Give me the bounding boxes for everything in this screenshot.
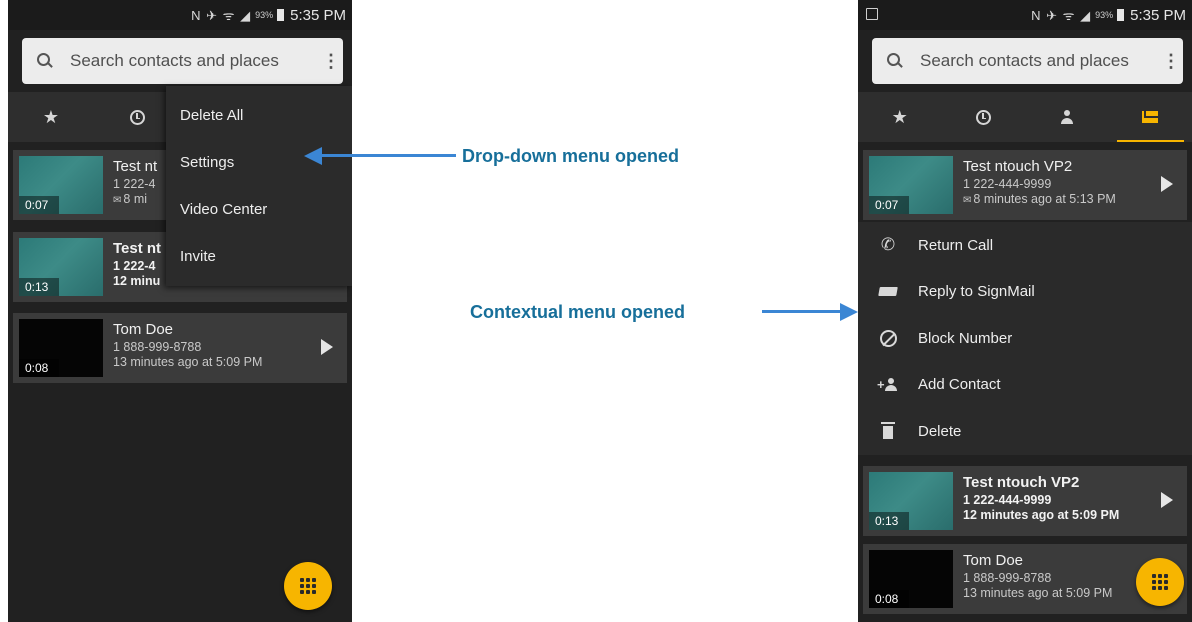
menu-item-block-number[interactable]: Block Number — [858, 315, 1192, 362]
search-bar[interactable]: Search contacts and places ⋮ — [872, 38, 1183, 84]
video-thumbnail: 0:13 — [869, 472, 953, 530]
contacts-icon — [1060, 110, 1074, 124]
status-icons: N ✈ ᯤ ◢ — [191, 8, 252, 23]
video-thumbnail: 0:08 — [19, 319, 103, 377]
menu-item-label: Add Contact — [918, 376, 1001, 394]
menu-item-settings[interactable]: Settings — [166, 139, 352, 186]
menu-item-label: Return Call — [918, 236, 994, 254]
video-thumbnail: 0:07 — [869, 156, 953, 214]
dialpad-button[interactable] — [1136, 558, 1184, 606]
arrow-line — [762, 310, 842, 313]
phone-screen-context-menu: N ✈ ᯤ ◢ 93% 5:35 PM Search contacts and … — [858, 0, 1192, 622]
play-icon[interactable] — [1161, 492, 1173, 508]
star-icon: ★ — [891, 106, 908, 127]
message-item[interactable]: 0:08 Tom Doe 1 888-999-8788 13 minutes a… — [13, 313, 347, 383]
signmail-icon: ✉ — [113, 195, 122, 206]
status-time: 5:35 PM — [1130, 6, 1186, 24]
menu-item-video-center[interactable]: Video Center — [166, 186, 352, 233]
arrow-line — [320, 154, 456, 157]
video-duration: 0:08 — [19, 359, 59, 377]
video-thumbnail: 0:13 — [19, 238, 103, 296]
search-bar[interactable]: Search contacts and places ⋮ — [22, 38, 343, 84]
video-duration: 0:07 — [19, 196, 59, 214]
block-icon — [879, 329, 897, 347]
video-thumbnail: 0:07 — [19, 156, 103, 214]
dropdown-menu: Delete All Settings Video Center Invite — [166, 86, 352, 286]
caller-number: 1 888-999-8788 — [963, 571, 1052, 585]
video-duration: 0:13 — [19, 278, 59, 296]
status-bar: N ✈ ᯤ ◢ 93% 5:35 PM — [8, 0, 352, 30]
context-menu: ✆ Return Call Reply to SignMail Block Nu… — [858, 222, 1192, 455]
signmail-reply-icon — [878, 287, 898, 297]
menu-item-label: Delete — [918, 422, 962, 440]
status-icons: N ✈ ᯤ ◢ — [1031, 8, 1092, 23]
menu-item-delete-all[interactable]: Delete All — [166, 92, 352, 139]
search-icon — [872, 38, 912, 84]
annotation-contextual: Contextual menu opened — [470, 302, 686, 322]
battery-icon — [277, 9, 285, 21]
search-input[interactable]: Search contacts and places — [912, 51, 1159, 71]
annotation-dropdown: Drop-down menu opened — [462, 146, 679, 166]
message-time: 12 minutes ago at 5:09 PM — [963, 508, 1120, 522]
caller-number: 1 222-444-9999 — [963, 177, 1052, 191]
play-icon[interactable] — [321, 339, 333, 355]
message-item[interactable]: 0:07 Test ntouch VP2 1 222-444-9999 ✉ 8 m… — [863, 150, 1187, 220]
message-item[interactable]: 0:13 Test ntouch VP2 1 222-444-9999 12 m… — [863, 466, 1187, 536]
tab-bar: ★ — [858, 92, 1192, 142]
tab-contacts[interactable] — [1025, 92, 1109, 142]
dialpad-icon — [300, 578, 316, 594]
play-icon[interactable] — [1161, 176, 1173, 192]
video-duration: 0:08 — [869, 590, 909, 608]
search-input[interactable]: Search contacts and places — [62, 51, 319, 71]
menu-item-label: Block Number — [918, 329, 1013, 347]
caller-name: Test ntouch VP2 — [963, 158, 1073, 175]
message-time: 13 minutes ago at 5:09 PM — [963, 586, 1113, 600]
message-time: 13 minutes ago at 5:09 PM — [113, 355, 263, 369]
status-bar: N ✈ ᯤ ◢ 93% 5:35 PM — [858, 0, 1192, 30]
caller-name: Tom Doe — [963, 552, 1024, 569]
status-time: 5:35 PM — [290, 6, 346, 24]
video-thumbnail: 0:08 — [869, 550, 953, 608]
battery-level: 93% — [255, 10, 274, 20]
signmail-icon: ✉ — [963, 195, 972, 206]
signmail-icon — [1142, 111, 1159, 123]
tab-history[interactable] — [942, 92, 1026, 142]
star-icon: ★ — [42, 106, 60, 127]
caller-number: 1 222-444-9999 — [963, 493, 1052, 507]
phone-screen-dropdown: N ✈ ᯤ ◢ 93% 5:35 PM Search contacts and … — [8, 0, 352, 622]
dialpad-button[interactable] — [284, 562, 332, 610]
message-time: 8 mi — [123, 192, 148, 206]
tab-signmail[interactable] — [1109, 92, 1192, 142]
tutorial-figure: N ✈ ᯤ ◢ 93% 5:35 PM Search contacts and … — [0, 0, 1192, 622]
video-duration: 0:07 — [869, 196, 909, 214]
add-contact-icon: + — [877, 377, 899, 392]
tab-favorites[interactable]: ★ — [8, 92, 94, 142]
menu-item-delete[interactable]: Delete — [858, 408, 1192, 455]
menu-item-add-contact[interactable]: + Add Contact — [858, 362, 1192, 409]
caller-name: Test ntouch VP2 — [963, 474, 1080, 491]
battery-icon — [1117, 9, 1125, 21]
battery-level: 93% — [1095, 10, 1114, 20]
dialpad-icon — [1152, 574, 1168, 590]
history-icon — [975, 109, 991, 125]
menu-item-reply-signmail[interactable]: Reply to SignMail — [858, 269, 1192, 316]
overflow-menu-button[interactable]: ⋮ — [319, 51, 343, 72]
menu-item-label: Reply to SignMail — [918, 283, 1035, 301]
trash-icon — [881, 422, 895, 440]
screenshot-icon — [866, 8, 878, 20]
history-icon — [129, 109, 145, 125]
overflow-menu-button[interactable]: ⋮ — [1159, 51, 1183, 72]
phone-icon: ✆ — [880, 235, 896, 255]
menu-item-return-call[interactable]: ✆ Return Call — [858, 222, 1192, 269]
arrow-head — [840, 303, 858, 321]
caller-number: 1 888-999-8788 — [113, 340, 202, 354]
caller-name: Tom Doe — [113, 321, 174, 338]
video-duration: 0:13 — [869, 512, 909, 530]
menu-item-invite[interactable]: Invite — [166, 233, 352, 280]
tab-favorites[interactable]: ★ — [858, 92, 942, 142]
message-time: 8 minutes ago at 5:13 PM — [973, 192, 1116, 206]
search-icon — [22, 38, 62, 84]
